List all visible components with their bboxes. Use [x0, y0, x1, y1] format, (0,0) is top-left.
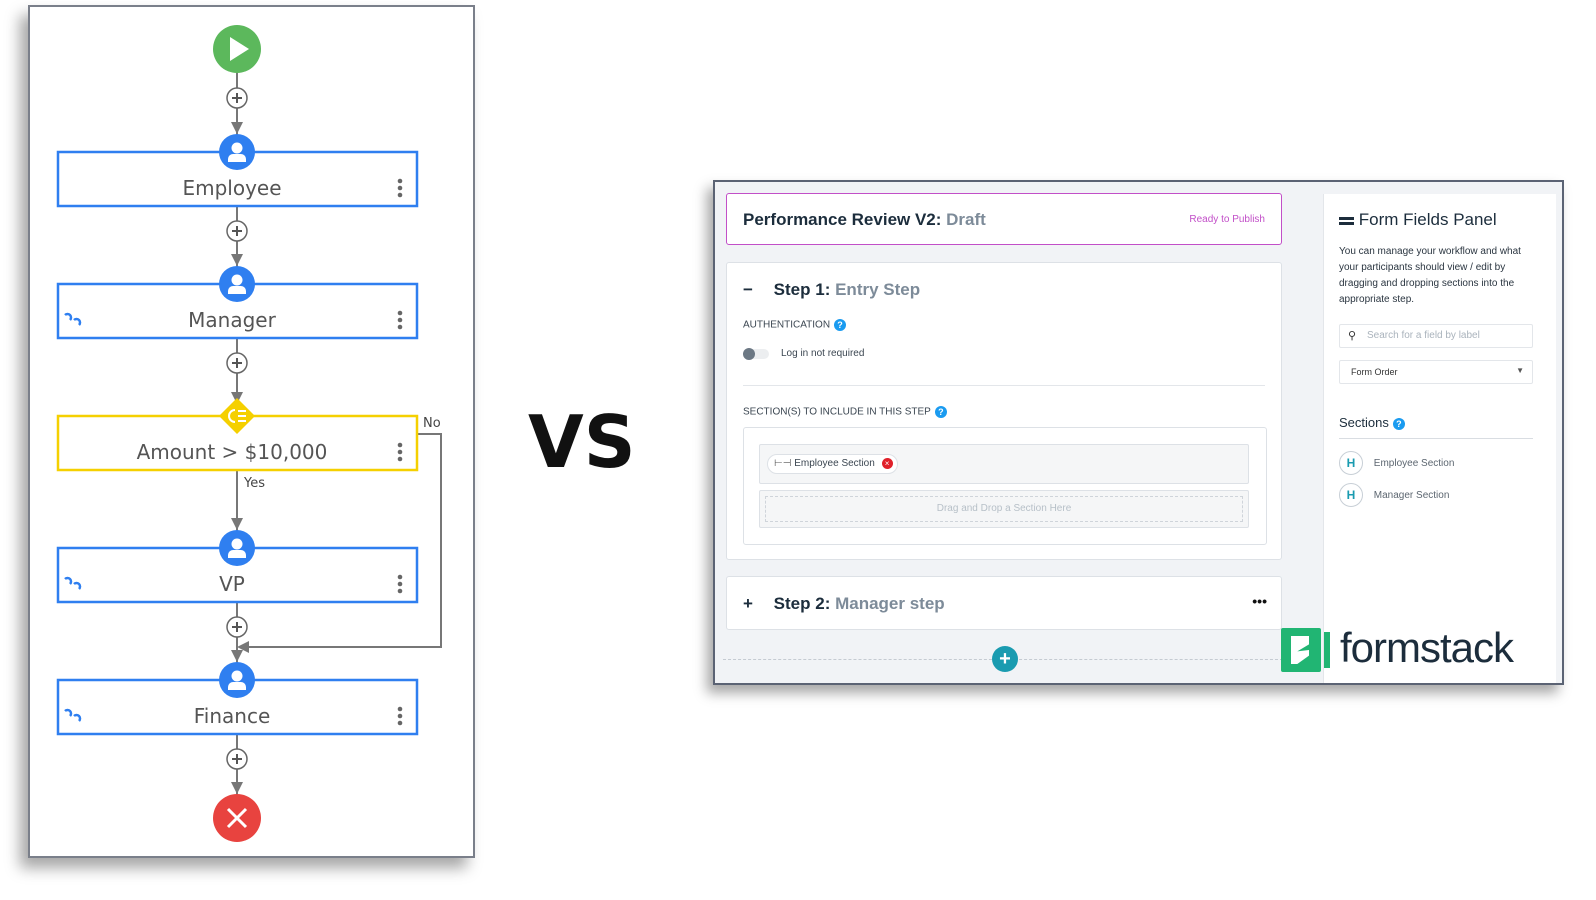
yes-branch-label: Yes [243, 476, 265, 491]
divider [1339, 438, 1533, 439]
arrow-head [231, 122, 243, 134]
help-icon[interactable]: ? [834, 319, 847, 331]
kebab-menu-icon[interactable] [397, 720, 403, 726]
vs-label: VS [528, 400, 636, 484]
node-label: Finance [194, 704, 271, 728]
workflow-diagram: No Yes Employee Manager Amount > $10,000 VP Fi… [28, 5, 475, 858]
arrow-head [231, 650, 243, 662]
search-icon: ⚲ [1348, 330, 1357, 342]
step-2-name[interactable]: Manager step [835, 594, 945, 613]
kebab-menu-icon[interactable] [397, 442, 403, 448]
kebab-menu-icon[interactable] [397, 713, 403, 719]
drop-section-placeholder[interactable]: Drag and Drop a Section Here [765, 496, 1243, 522]
section-list-item[interactable]: H Employee Section [1339, 451, 1454, 475]
kebab-menu-icon[interactable] [397, 581, 403, 587]
search-placeholder: Search for a field by label [1367, 330, 1480, 341]
step-1-card: − Step 1: Entry Step AUTHENTICATION? Log… [726, 262, 1282, 560]
arrow-head [231, 782, 243, 794]
expand-step-button[interactable]: + [743, 594, 753, 613]
kebab-menu-icon[interactable] [397, 178, 403, 184]
workflow-title: Performance Review V2: [743, 210, 942, 229]
help-icon[interactable]: ? [1392, 417, 1405, 430]
help-icon[interactable]: ? [934, 406, 947, 418]
add-step-button[interactable]: + [992, 646, 1018, 672]
arrow-head [231, 254, 243, 266]
ready-to-publish-link[interactable]: Ready to Publish [1189, 214, 1265, 225]
kebab-menu-icon[interactable] [397, 310, 403, 316]
person-body [228, 286, 246, 294]
person-body [228, 682, 246, 690]
formstack-logo-mark [1281, 628, 1333, 672]
kebab-menu-icon[interactable] [397, 185, 403, 191]
person-head [231, 670, 243, 682]
chevron-down-icon: ▼ [1516, 366, 1524, 375]
workflow-canvas: No Yes Employee Manager Amount > $10,000 VP Fi… [56, 25, 442, 842]
person-head [231, 274, 243, 286]
section-icon: ⊢⊣ [774, 458, 792, 469]
workflow-header: Performance Review V2: Draft Ready to Pu… [726, 193, 1282, 245]
formstack-logo-text: formstack [1340, 624, 1514, 671]
step-1-title: Step 1: [773, 280, 831, 299]
section-label: Manager Section [1373, 489, 1450, 501]
node-label: Manager [188, 308, 276, 332]
kebab-menu-icon[interactable] [397, 456, 403, 462]
formstack-window: Performance Review V2: Draft Ready to Pu… [713, 180, 1564, 685]
panel-title: Form Fields Panel [1358, 210, 1497, 229]
section-list-item[interactable]: H Manager Section [1339, 483, 1449, 507]
step-1-name[interactable]: Entry Step [835, 280, 920, 299]
kebab-menu-icon[interactable] [397, 449, 403, 455]
section-chip[interactable]: ⊢⊣ Employee Section × [767, 454, 898, 474]
sections-title: Sections [1339, 415, 1389, 430]
sort-order-value: Form Order [1351, 367, 1398, 377]
collapse-step-button[interactable]: − [743, 280, 753, 299]
kebab-menu-icon[interactable] [397, 706, 403, 712]
person-head [231, 538, 243, 550]
authentication-label: AUTHENTICATION [743, 319, 831, 331]
sort-order-select[interactable]: Form Order ▼ [1339, 360, 1533, 384]
divider [743, 385, 1265, 386]
person-head [231, 142, 243, 154]
step-2-title: Step 2: [773, 594, 831, 613]
arrow-head [231, 518, 243, 530]
panel-icon [1339, 216, 1354, 225]
authentication-value: Log in not required [781, 348, 865, 359]
sections-include-label: SECTION(S) TO INCLUDE IN THIS STEP [743, 406, 931, 418]
kebab-menu-icon[interactable] [397, 574, 403, 580]
node-label: VP [219, 572, 245, 596]
kebab-menu-icon[interactable] [397, 588, 403, 594]
node-label: Employee [182, 176, 281, 200]
field-search-input[interactable]: ⚲ Search for a field by label [1339, 324, 1533, 348]
section-icon: H [1339, 451, 1363, 475]
step-menu-button[interactable]: ••• [1252, 593, 1267, 609]
step-2-card[interactable]: + Step 2: Manager step ••• [726, 576, 1282, 630]
no-branch-label: No [423, 416, 441, 431]
node-label: Amount > $10,000 [137, 440, 328, 464]
kebab-menu-icon[interactable] [397, 324, 403, 330]
sections-dropzone-container: ⊢⊣ Employee Section × Drag and Drop a Se… [743, 427, 1267, 545]
included-sections: ⊢⊣ Employee Section × [759, 444, 1249, 484]
section-icon: H [1339, 483, 1363, 507]
kebab-menu-icon[interactable] [397, 317, 403, 323]
section-chip-label: Employee Section [794, 458, 875, 469]
section-label: Employee Section [1373, 457, 1455, 469]
form-fields-panel: Form Fields Panel You can manage your wo… [1323, 194, 1556, 683]
workflow-status: Draft [946, 210, 986, 229]
kebab-menu-icon[interactable] [397, 192, 403, 198]
authentication-toggle[interactable] [743, 348, 769, 360]
remove-section-icon[interactable]: × [881, 458, 893, 469]
panel-description: You can manage your workflow and what yo… [1339, 246, 1521, 305]
person-body [228, 154, 246, 162]
person-body [228, 550, 246, 558]
